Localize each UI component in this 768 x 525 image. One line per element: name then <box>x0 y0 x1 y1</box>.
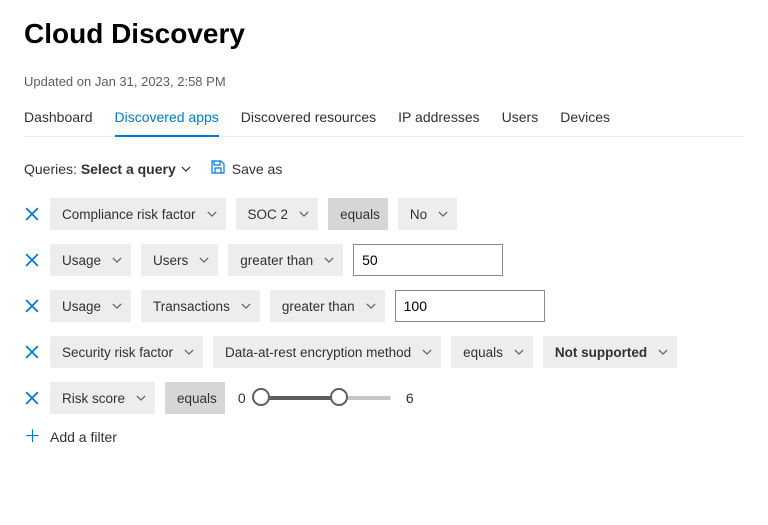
queries-row: Queries: Select a query Save as <box>24 159 744 178</box>
filter-row: Compliance risk factor SOC 2 equals No <box>24 198 744 230</box>
chevron-down-icon <box>180 163 192 175</box>
filter-category-select[interactable]: Risk score <box>50 382 155 414</box>
queries-select[interactable]: Select a query <box>81 161 192 177</box>
queries-label: Queries: <box>24 161 77 177</box>
filter-row: Usage Users greater than <box>24 244 744 276</box>
filter-operator-select[interactable]: greater than <box>270 290 385 322</box>
save-icon <box>210 159 226 178</box>
chevron-down-icon <box>323 254 335 266</box>
chevron-down-icon <box>513 346 525 358</box>
filter-sub-select[interactable]: Data-at-rest encryption method <box>213 336 441 368</box>
slider-thumb-max[interactable] <box>330 388 348 406</box>
filter-category-select[interactable]: Compliance risk factor <box>50 198 226 230</box>
filter-value-select[interactable]: Not supported <box>543 336 677 368</box>
remove-filter-button[interactable] <box>24 206 40 222</box>
remove-filter-button[interactable] <box>24 252 40 268</box>
tab-ip-addresses[interactable]: IP addresses <box>398 103 479 137</box>
filter-sub-select[interactable]: SOC 2 <box>236 198 319 230</box>
chevron-down-icon <box>421 346 433 358</box>
page-title: Cloud Discovery <box>24 18 744 50</box>
slider-thumb-min[interactable] <box>252 388 270 406</box>
chevron-down-icon <box>111 254 123 266</box>
chevron-down-icon <box>657 346 669 358</box>
filter-row: Usage Transactions greater than <box>24 290 744 322</box>
filter-value-select[interactable]: No <box>398 198 457 230</box>
filter-sub-select[interactable]: Transactions <box>141 290 260 322</box>
remove-filter-button[interactable] <box>24 298 40 314</box>
slider-min-value: 0 <box>235 390 249 406</box>
tab-users[interactable]: Users <box>502 103 539 137</box>
filter-value-input[interactable] <box>395 290 545 322</box>
filter-operator-select[interactable]: equals <box>328 198 388 230</box>
tab-discovered-apps[interactable]: Discovered apps <box>115 103 219 137</box>
tab-dashboard[interactable]: Dashboard <box>24 103 93 137</box>
filter-category-select[interactable]: Security risk factor <box>50 336 203 368</box>
chevron-down-icon <box>111 300 123 312</box>
plus-icon: ＋ <box>24 428 40 445</box>
slider-max-value: 6 <box>403 390 417 406</box>
remove-filter-button[interactable] <box>24 344 40 360</box>
chevron-down-icon <box>135 392 147 404</box>
filter-category-select[interactable]: Usage <box>50 290 131 322</box>
filter-sub-select[interactable]: Users <box>141 244 218 276</box>
filter-category-select[interactable]: Usage <box>50 244 131 276</box>
filter-operator-select[interactable]: equals <box>165 382 225 414</box>
remove-filter-button[interactable] <box>24 390 40 406</box>
chevron-down-icon <box>240 300 252 312</box>
tab-discovered-resources[interactable]: Discovered resources <box>241 103 376 137</box>
chevron-down-icon <box>206 208 218 220</box>
updated-timestamp: Updated on Jan 31, 2023, 2:58 PM <box>24 74 744 89</box>
chevron-down-icon <box>365 300 377 312</box>
filter-value-input[interactable] <box>353 244 503 276</box>
filter-row: Security risk factor Data-at-rest encryp… <box>24 336 744 368</box>
filter-operator-select[interactable]: equals <box>451 336 533 368</box>
chevron-down-icon <box>183 346 195 358</box>
filter-operator-select[interactable]: greater than <box>228 244 343 276</box>
risk-score-slider[interactable]: 0 6 <box>235 388 417 408</box>
save-as-button[interactable]: Save as <box>210 159 283 178</box>
tabs-bar: Dashboard Discovered apps Discovered res… <box>24 103 744 137</box>
chevron-down-icon <box>437 208 449 220</box>
tab-devices[interactable]: Devices <box>560 103 610 137</box>
chevron-down-icon <box>198 254 210 266</box>
add-filter-button[interactable]: ＋ Add a filter <box>24 428 744 445</box>
chevron-down-icon <box>298 208 310 220</box>
filter-row: Risk score equals 0 6 <box>24 382 744 414</box>
